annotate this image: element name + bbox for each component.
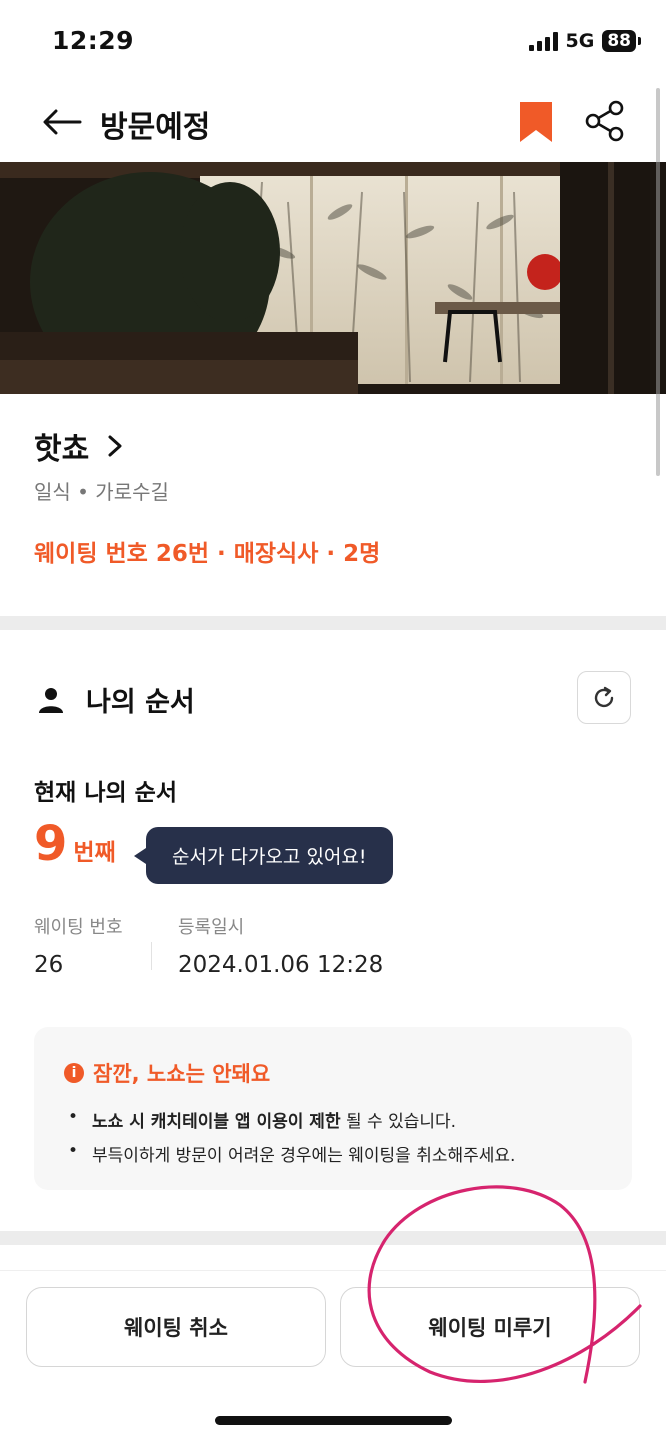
person-icon	[39, 687, 63, 713]
store-name-link[interactable]: 핫쵸	[34, 424, 123, 468]
notice-item-emphasis: 노쇼 시 캐치테이블 앱 이용이 제한	[92, 1112, 341, 1132]
notice-item: • 부득이하게 방문이 어려운 경우에는 웨이팅을 취소해주세요.	[68, 1141, 515, 1166]
order-position: 9 번째	[34, 820, 116, 868]
section-divider	[0, 1231, 666, 1245]
bullet-icon: •	[68, 1107, 79, 1127]
store-name: 핫쵸	[34, 432, 90, 467]
page-title: 방문예정	[100, 110, 211, 145]
notice-title: 잠깐, 노쇼는 안돼요	[93, 1062, 271, 1086]
store-category-location: 일식 • 가로수길	[34, 480, 169, 504]
waiting-number-value: 26	[34, 952, 64, 978]
waiting-summary: 웨이팅 번호 26번 · 매장식사 · 2명	[34, 541, 381, 567]
current-order-label: 현재 나의 순서	[34, 780, 177, 806]
battery-icon: 88	[602, 30, 641, 52]
notice-item-rest: 될 수 있습니다.	[340, 1112, 457, 1132]
meta-divider	[151, 942, 152, 970]
refresh-icon	[594, 686, 614, 707]
status-icons: 5G 88	[528, 30, 641, 52]
order-unit: 번째	[73, 840, 116, 866]
my-order-title: 나의 순서	[86, 687, 195, 718]
header: 방문예정	[0, 84, 666, 162]
no-show-notice: i 잠깐, 노쇼는 안돼요 • 노쇼 시 캐치테이블 앱 이용이 제한 될 수 …	[34, 1027, 632, 1190]
network-type: 5G	[565, 30, 595, 52]
scroll-indicator	[656, 88, 660, 476]
bullet-icon: •	[68, 1141, 79, 1161]
my-order-header: 나의 순서	[36, 680, 195, 719]
back-button[interactable]	[38, 98, 86, 146]
status-time: 12:29	[52, 26, 135, 55]
info-icon: i	[64, 1063, 84, 1083]
waiting-number-label: 웨이팅 번호	[34, 917, 123, 938]
section-divider	[0, 616, 666, 630]
registered-label: 등록일시	[178, 917, 245, 938]
refresh-button[interactable]	[577, 671, 631, 724]
home-indicator	[215, 1416, 452, 1425]
order-number: 9	[34, 816, 68, 872]
notice-item-text: 노쇼 시 캐치테이블 앱 이용이 제한 될 수 있습니다.	[92, 1107, 456, 1132]
cancel-waiting-button[interactable]: 웨이팅 취소	[26, 1287, 326, 1367]
registered-value: 2024.01.06 12:28	[178, 952, 384, 978]
notice-item-text: 부득이하게 방문이 어려운 경우에는 웨이팅을 취소해주세요.	[92, 1146, 516, 1166]
arrow-left-icon	[43, 109, 82, 135]
bookmark-button[interactable]	[516, 98, 556, 146]
notice-item: • 노쇼 시 캐치테이블 앱 이용이 제한 될 수 있습니다.	[68, 1107, 456, 1132]
bookmark-icon	[520, 102, 552, 142]
share-icon	[585, 100, 624, 142]
signal-icon	[528, 31, 558, 51]
status-bar: 12:29 5G 88	[0, 0, 666, 84]
store-hero-image	[0, 162, 666, 394]
order-tooltip: 순서가 다가오고 있어요!	[134, 827, 393, 884]
share-button[interactable]	[580, 96, 630, 146]
postpone-waiting-button[interactable]: 웨이팅 미루기	[340, 1287, 640, 1367]
notice-header: i 잠깐, 노쇼는 안돼요	[64, 1058, 270, 1088]
chevron-right-icon	[108, 435, 122, 457]
